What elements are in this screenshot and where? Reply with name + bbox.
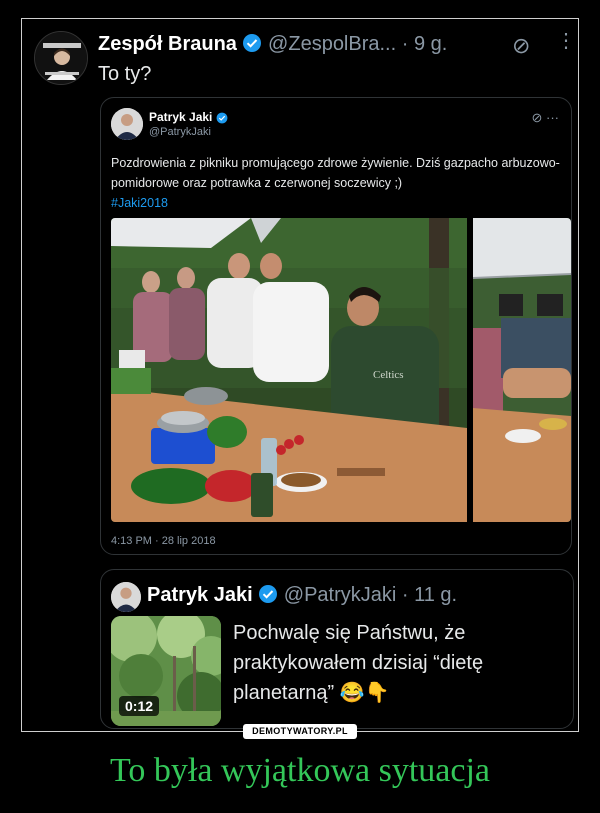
avatar[interactable] xyxy=(111,108,143,140)
quote-text: Pozdrowienia z pikniku promującego zdrow… xyxy=(111,153,561,213)
tweet-date[interactable]: 4:13 PM · 28 lip 2018 xyxy=(111,535,216,547)
video-duration: 0:12 xyxy=(119,696,160,716)
quote-header: Patryk Jaki @PatrykJaki · 11 g. xyxy=(147,584,457,610)
more-icon[interactable]: ⋮ xyxy=(556,31,576,51)
watermark-badge: DEMOTYWATORY.PL xyxy=(243,724,357,739)
verified-badge-icon xyxy=(216,112,228,127)
verified-badge-icon xyxy=(242,33,262,59)
quote-text: Pochwalę się Państwu, że praktykowałem d… xyxy=(233,622,484,704)
author-handle[interactable]: @PatrykJaki xyxy=(149,126,211,138)
picnic-photo[interactable]: Celtics xyxy=(111,218,467,522)
verified-badge-icon xyxy=(258,584,278,610)
no-sign-icon[interactable]: ⊘ xyxy=(512,33,530,59)
quoted-tweet[interactable]: Patryk Jaki @PatrykJaki ⊘ ··· Pozdrowien… xyxy=(100,97,572,555)
demotivator-caption: To była wyjątkowa sytuacja xyxy=(109,752,490,789)
author-handle[interactable]: @PatrykJaki xyxy=(284,584,397,606)
video-thumbnail[interactable]: 0:12 xyxy=(111,616,221,726)
tweet-time[interactable]: · 11 g. xyxy=(402,584,457,606)
author-name[interactable]: Zespół Brauna xyxy=(98,33,237,55)
shirt-text: Celtics xyxy=(373,369,404,381)
quoted-tweet-2[interactable]: Patryk Jaki @PatrykJaki · 11 g. 0:12 Poc… xyxy=(100,569,574,729)
hashtag-link[interactable]: #Jaki2018 xyxy=(111,196,168,210)
author-handle[interactable]: @ZespolBra... xyxy=(268,33,396,55)
tweet-text: To ty? xyxy=(98,63,152,85)
tweet-header: Zespół Brauna @ZespolBra... · 9 g. xyxy=(98,33,447,59)
more-icon[interactable]: ··· xyxy=(546,110,559,125)
no-sign-icon[interactable]: ⊘ xyxy=(531,110,542,125)
avatar[interactable] xyxy=(34,31,88,85)
quote-body: Pozdrowienia z pikniku promującego zdrow… xyxy=(111,156,560,190)
quote-actions: ⊘ ··· xyxy=(531,110,559,126)
main-tweet: Zespół Brauna @ZespolBra... · 9 g. ⊘ ⋮ T… xyxy=(24,21,576,729)
tweet-time[interactable]: · 9 g. xyxy=(402,33,448,55)
author-name[interactable]: Patryk Jaki xyxy=(149,110,228,127)
picnic-photo-side[interactable] xyxy=(473,218,571,522)
author-name[interactable]: Patryk Jaki xyxy=(147,584,253,606)
author-name-text[interactable]: Patryk Jaki xyxy=(149,110,212,124)
avatar[interactable] xyxy=(111,582,141,612)
